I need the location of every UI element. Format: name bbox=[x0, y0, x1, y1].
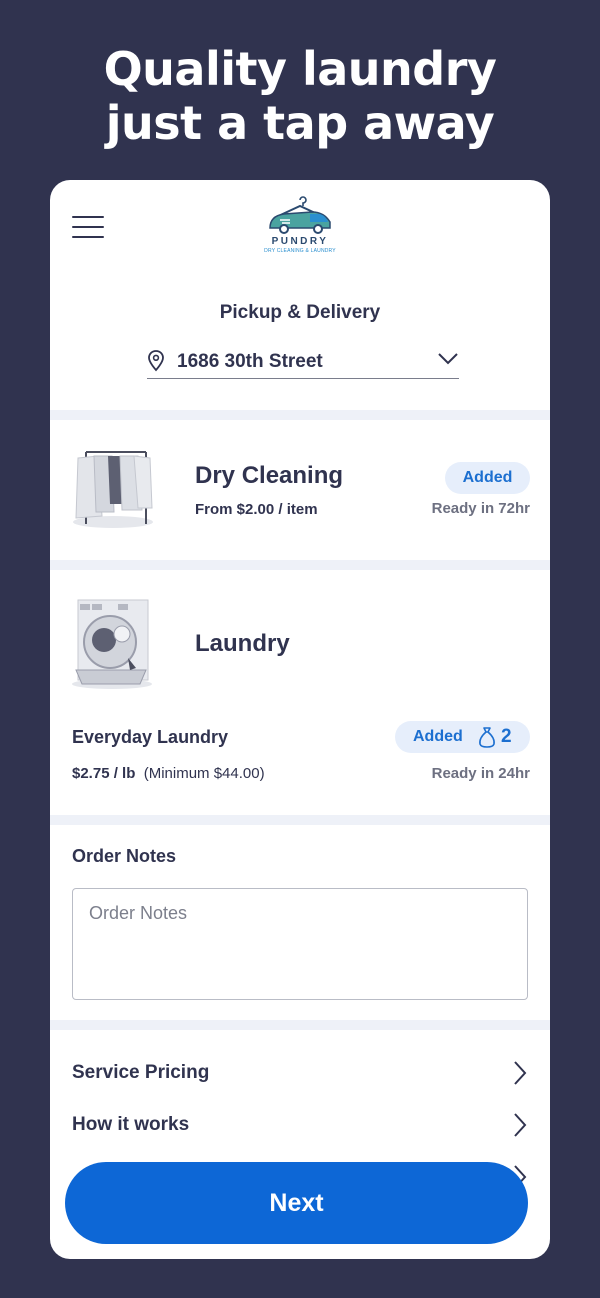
price-minimum: (Minimum $44.00) bbox=[143, 765, 265, 782]
headline-line-2: just a tap away bbox=[105, 96, 495, 150]
badge-label: Added bbox=[413, 728, 463, 745]
added-badge[interactable]: Added bbox=[445, 462, 530, 494]
section-divider bbox=[50, 560, 550, 570]
service-pricing-link[interactable]: Service Pricing bbox=[72, 1058, 528, 1088]
service-title: Dry Cleaning bbox=[195, 462, 344, 489]
section-divider bbox=[50, 410, 550, 420]
laundry-bag-icon bbox=[479, 727, 495, 748]
order-notes-title: Order Notes bbox=[72, 846, 177, 866]
chevron-right-icon bbox=[514, 1113, 527, 1137]
chevron-down-icon[interactable] bbox=[437, 352, 459, 366]
link-label: How it works bbox=[72, 1114, 190, 1135]
chevron-right-icon bbox=[514, 1061, 527, 1085]
service-title: Laundry bbox=[195, 630, 290, 657]
ready-time: Ready in 24hr bbox=[431, 765, 530, 782]
link-label: Service Pricing bbox=[72, 1062, 210, 1083]
app-screen: PUNDRY DRY CLEANING & LAUNDRY Pickup & D… bbox=[50, 180, 550, 1259]
section-divider bbox=[50, 815, 550, 825]
service-subtitle: From $2.00 / item bbox=[195, 501, 318, 518]
laundry-machine-icon bbox=[72, 599, 152, 689]
van-hanger-icon bbox=[269, 196, 331, 234]
brand-tagline: DRY CLEANING & LAUNDRY bbox=[264, 248, 336, 254]
clothes-rack-icon bbox=[73, 451, 153, 528]
section-divider bbox=[50, 1020, 550, 1030]
brand-logo: PUNDRY DRY CLEANING & LAUNDRY bbox=[260, 196, 340, 260]
address-selector[interactable]: 1686 30th Street bbox=[147, 342, 459, 379]
headline-line-1: Quality laundry bbox=[103, 42, 497, 96]
how-it-works-link[interactable]: How it works bbox=[72, 1110, 528, 1140]
order-notes-input[interactable] bbox=[72, 888, 528, 1000]
laundry-item-name: Everyday Laundry bbox=[72, 727, 229, 747]
bag-count: 2 bbox=[501, 726, 512, 747]
address-value: 1686 30th Street bbox=[177, 351, 323, 372]
promo-headline: Quality laundry just a tap away bbox=[0, 42, 600, 150]
hamburger-menu-icon[interactable] bbox=[72, 216, 104, 238]
brand-name: PUNDRY bbox=[271, 236, 329, 247]
laundry-price: $2.75 / lb (Minimum $44.00) bbox=[72, 765, 265, 782]
pickup-delivery-title: Pickup & Delivery bbox=[219, 302, 381, 323]
next-button[interactable]: Next bbox=[65, 1162, 528, 1244]
price-per-lb: $2.75 / lb bbox=[72, 765, 136, 782]
ready-time: Ready in 72hr bbox=[431, 500, 530, 517]
added-bag-badge[interactable]: Added 2 bbox=[395, 721, 530, 753]
location-pin-icon bbox=[148, 350, 164, 372]
